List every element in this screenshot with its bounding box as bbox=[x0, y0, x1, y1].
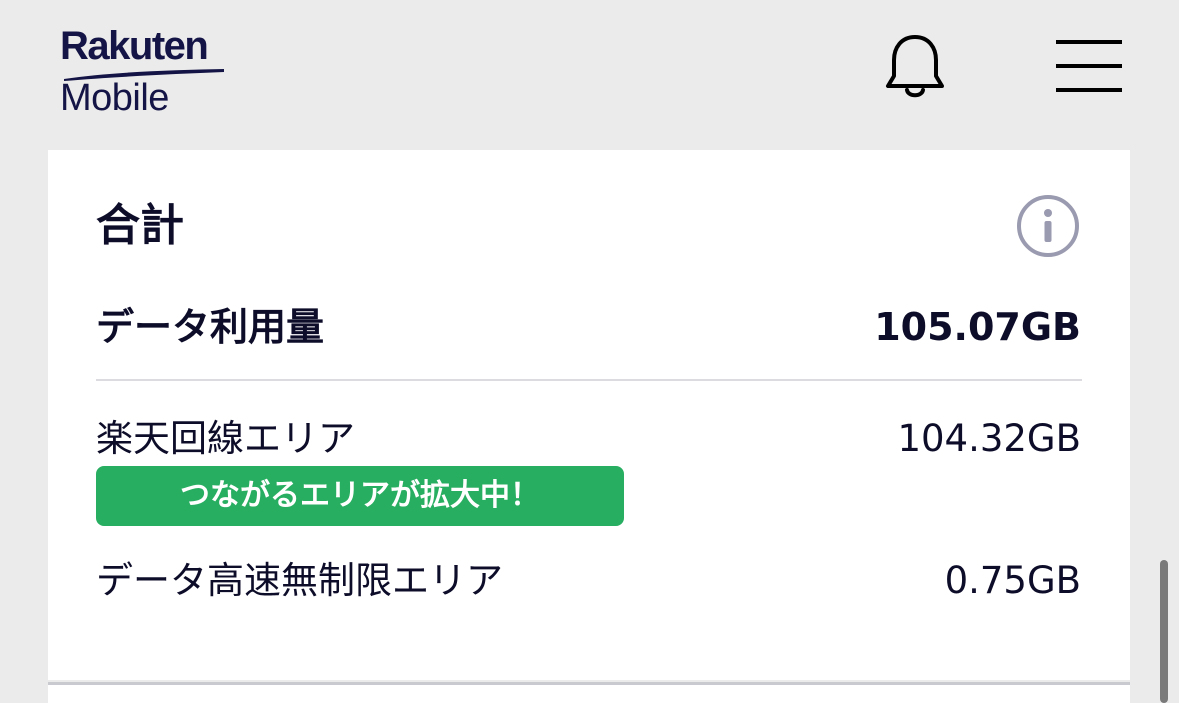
area-expanding-badge[interactable]: つながるエリアが拡大中！ bbox=[96, 466, 624, 526]
logo-text-rakuten: Rakuten bbox=[60, 24, 209, 68]
total-usage-label: データ利用量 bbox=[96, 305, 325, 349]
section-title: 合計 bbox=[96, 200, 184, 251]
total-usage-value: 105.07GB bbox=[874, 305, 1081, 349]
info-icon[interactable] bbox=[1016, 194, 1080, 258]
rakuten-area-value: 104.32GB bbox=[897, 417, 1081, 460]
scrollbar[interactable] bbox=[1160, 560, 1168, 703]
next-card bbox=[48, 685, 1130, 703]
divider bbox=[96, 379, 1082, 381]
app-header: Rakuten Mobile bbox=[0, 0, 1179, 150]
rakuten-area-label: 楽天回線エリア bbox=[96, 417, 355, 460]
bell-icon[interactable] bbox=[884, 32, 946, 100]
unlimited-area-label: データ高速無制限エリア bbox=[96, 559, 503, 602]
rakuten-mobile-logo[interactable]: Rakuten Mobile bbox=[60, 24, 230, 119]
unlimited-area-value: 0.75GB bbox=[944, 559, 1081, 602]
logo-text-mobile: Mobile bbox=[60, 77, 169, 119]
hamburger-menu-icon[interactable] bbox=[1054, 36, 1124, 96]
